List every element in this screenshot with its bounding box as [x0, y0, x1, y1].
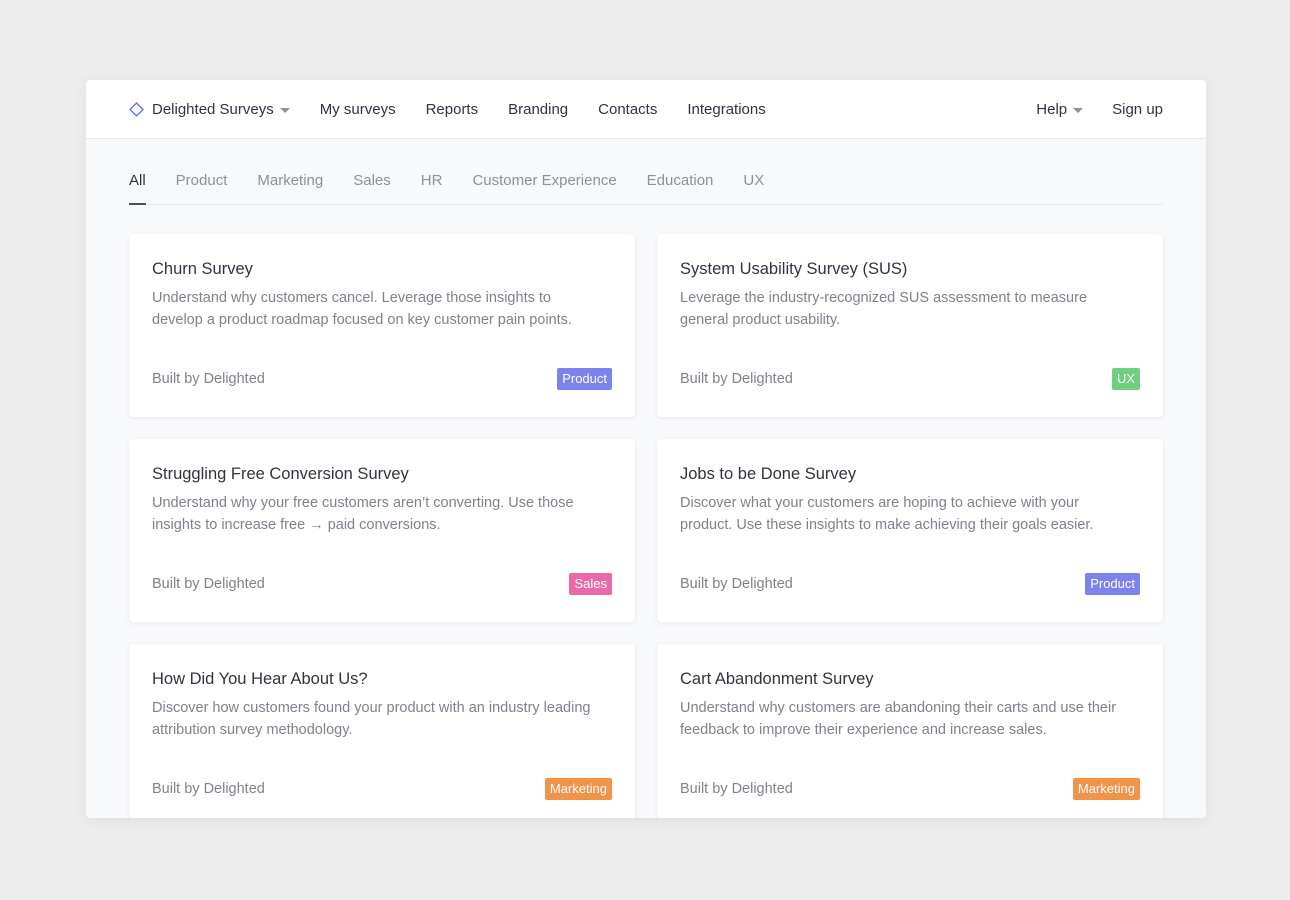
- nav-right: Help Sign up: [1036, 101, 1163, 118]
- brand-label: Delighted Surveys: [152, 100, 274, 118]
- survey-card[interactable]: Jobs to be Done Survey Discover what you…: [657, 439, 1163, 622]
- nav-link-branding[interactable]: Branding: [508, 101, 568, 118]
- diamond-icon: [129, 101, 144, 117]
- category-badge: Marketing: [544, 778, 612, 800]
- card-title: How Did You Hear About Us?: [152, 670, 368, 688]
- category-badge: UX: [1111, 368, 1140, 390]
- help-label: Help: [1036, 100, 1068, 118]
- survey-card[interactable]: Struggling Free Conversion Survey Unders…: [129, 439, 635, 622]
- card-footer: Built by Delighted Product: [152, 368, 612, 390]
- tab-marketing[interactable]: Marketing: [257, 172, 323, 204]
- card-author: Built by Delighted: [680, 576, 793, 592]
- category-badge: Sales: [569, 573, 612, 595]
- tab-all[interactable]: All: [129, 172, 146, 205]
- nav-link-contacts[interactable]: Contacts: [598, 101, 657, 118]
- card-footer: Built by Delighted Sales: [152, 573, 612, 595]
- tab-customer-experience[interactable]: Customer Experience: [472, 172, 616, 204]
- survey-grid: Churn Survey Understand why customers ca…: [129, 234, 1163, 818]
- help-menu[interactable]: Help: [1036, 100, 1084, 118]
- card-footer: Built by Delighted Marketing: [152, 778, 612, 800]
- survey-card[interactable]: Churn Survey Understand why customers ca…: [129, 234, 635, 417]
- card-title: Cart Abandonment Survey: [680, 670, 874, 688]
- card-author: Built by Delighted: [680, 781, 793, 797]
- card-footer: Built by Delighted UX: [680, 368, 1140, 390]
- survey-card[interactable]: Cart Abandonment Survey Understand why c…: [657, 644, 1163, 818]
- card-description: Understand why customers cancel. Leverag…: [152, 290, 572, 328]
- tab-education[interactable]: Education: [647, 172, 714, 204]
- card-footer: Built by Delighted Product: [680, 573, 1140, 595]
- card-title: Churn Survey: [152, 260, 253, 278]
- card-description: Discover what your customers are hoping …: [680, 495, 1094, 533]
- nav-link-integrations[interactable]: Integrations: [687, 101, 765, 118]
- category-tabs: All Product Marketing Sales HR Customer …: [129, 139, 1163, 205]
- category-badge: Product: [557, 368, 612, 390]
- card-author: Built by Delighted: [152, 781, 265, 797]
- card-author: Built by Delighted: [152, 576, 265, 592]
- card-description: Discover how customers found your produc…: [152, 700, 591, 738]
- card-author: Built by Delighted: [680, 371, 793, 387]
- app-window: Delighted Surveys My surveys Reports Bra…: [86, 80, 1206, 818]
- tab-product[interactable]: Product: [176, 172, 228, 204]
- nav-link-my-surveys[interactable]: My surveys: [320, 101, 396, 118]
- category-badge: Product: [1085, 573, 1140, 595]
- chevron-down-icon: [1073, 107, 1084, 113]
- survey-card[interactable]: How Did You Hear About Us? Discover how …: [129, 644, 635, 818]
- tab-hr[interactable]: HR: [421, 172, 443, 204]
- nav-link-reports[interactable]: Reports: [426, 101, 479, 118]
- category-badge: Marketing: [1072, 778, 1140, 800]
- brand-menu[interactable]: Delighted Surveys: [129, 101, 290, 118]
- chevron-down-icon: [279, 107, 290, 113]
- survey-card[interactable]: System Usability Survey (SUS) Leverage t…: [657, 234, 1163, 417]
- signup-link[interactable]: Sign up: [1112, 101, 1163, 118]
- card-description: Leverage the industry-recognized SUS ass…: [680, 290, 1088, 328]
- card-footer: Built by Delighted Marketing: [680, 778, 1140, 800]
- card-author: Built by Delighted: [152, 371, 265, 387]
- tab-ux[interactable]: UX: [743, 172, 764, 204]
- nav-links: My surveys Reports Branding Contacts Int…: [320, 101, 796, 118]
- card-title: Struggling Free Conversion Survey: [152, 465, 409, 483]
- tab-sales[interactable]: Sales: [353, 172, 391, 204]
- card-title: System Usability Survey (SUS): [680, 260, 908, 278]
- card-description: Understand why your free customers aren’…: [152, 495, 574, 533]
- card-description: Understand why customers are abandoning …: [680, 700, 1117, 738]
- card-title: Jobs to be Done Survey: [680, 465, 857, 483]
- top-nav: Delighted Surveys My surveys Reports Bra…: [86, 80, 1206, 139]
